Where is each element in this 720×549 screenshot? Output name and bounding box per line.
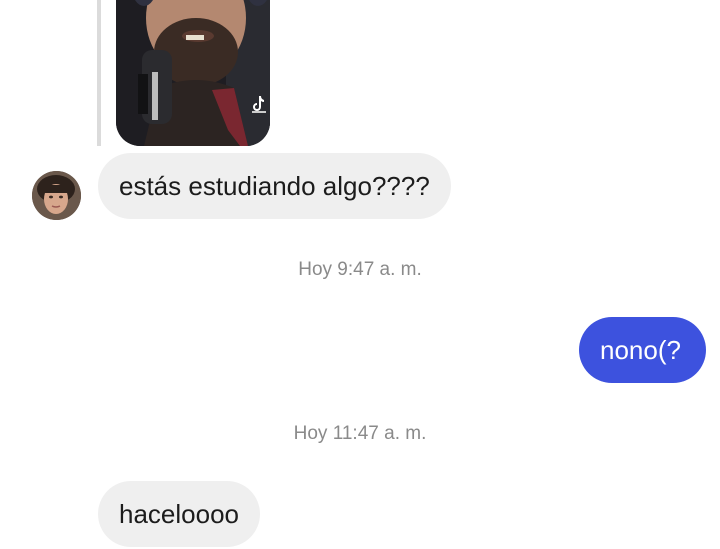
reply-indicator-bar (97, 0, 101, 146)
shared-video-thumbnail[interactable] (116, 0, 270, 146)
message-timestamp: Hoy 9:47 a. m. (298, 259, 422, 280)
avatar-image (32, 171, 81, 220)
tiktok-icon (252, 96, 266, 113)
message-incoming[interactable]: haceloooo (98, 481, 260, 547)
message-text: nono(? (600, 335, 681, 365)
message-timestamp: Hoy 11:47 a. m. (293, 423, 427, 444)
message-text: haceloooo (119, 499, 239, 529)
message-text: estás estudiando algo???? (119, 171, 430, 201)
video-frame-image (116, 0, 270, 146)
message-incoming[interactable]: estás estudiando algo???? (98, 153, 451, 219)
contact-avatar[interactable] (32, 171, 81, 220)
message-outgoing[interactable]: nono(? (579, 317, 706, 383)
